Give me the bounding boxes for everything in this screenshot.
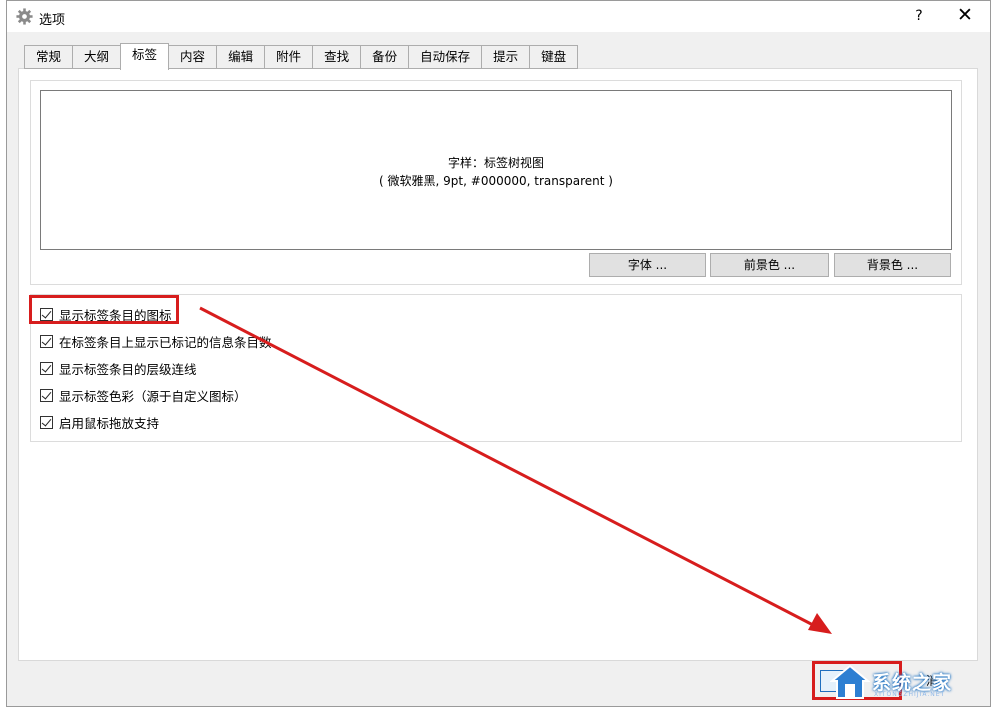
- checkbox-checked[interactable]: [40, 415, 53, 429]
- gear-icon: [16, 8, 33, 25]
- tab-content[interactable]: 内容: [169, 45, 217, 69]
- close-button[interactable]: ✕: [952, 4, 978, 28]
- tab-tags[interactable]: 标签: [120, 43, 170, 70]
- tab-keyboard[interactable]: 键盘: [529, 45, 579, 69]
- watermark-logo: 系统之家 XITONGZHIJIA.NET: [829, 664, 990, 702]
- foreground-color-button[interactable]: 前景色 ...: [710, 253, 829, 277]
- tab-strip: 常规 大纲 标签 内容 编辑 附件 查找 备份 自动保存 提示 键盘: [24, 43, 579, 70]
- font-preview-sample: 字样：标签树视图: [447, 156, 544, 170]
- watermark-subtext: XITONGZHIJIA.NET: [874, 691, 946, 698]
- option-show-hierarchy-lines[interactable]: 显示标签条目的层级连线: [40, 359, 197, 377]
- option-enable-drag-drop[interactable]: 启用鼠标拖放支持: [40, 413, 159, 431]
- checkbox-checked[interactable]: [40, 361, 53, 375]
- checkbox-checked[interactable]: [40, 334, 53, 348]
- tab-tips[interactable]: 提示: [481, 45, 530, 69]
- option-label: 在标签条目上显示已标记的信息条目数: [59, 334, 272, 350]
- font-preview-details: ( 微软雅黑, 9pt, #000000, transparent ): [379, 174, 613, 188]
- house-icon: [829, 664, 871, 699]
- option-label: 启用鼠标拖放支持: [59, 415, 160, 431]
- option-show-tag-colors[interactable]: 显示标签色彩（源于自定义图标）: [40, 386, 247, 404]
- annotation-highlight-option: [29, 295, 179, 324]
- option-label: 显示标签条目的层级连线: [59, 361, 197, 377]
- tab-edit[interactable]: 编辑: [216, 45, 265, 69]
- tab-attachments[interactable]: 附件: [264, 45, 313, 69]
- tab-backup[interactable]: 备份: [360, 45, 409, 69]
- option-show-flagged-count[interactable]: 在标签条目上显示已标记的信息条目数: [40, 332, 272, 350]
- tags-tab-panel: 字样：标签树视图 ( 微软雅黑, 9pt, #000000, transpare…: [18, 68, 978, 661]
- help-button[interactable]: ?: [907, 4, 931, 28]
- font-settings-group: 字样：标签树视图 ( 微软雅黑, 9pt, #000000, transpare…: [30, 80, 962, 285]
- window-title: 选项: [39, 13, 66, 28]
- options-dialog: 选项 ? ✕ 字样：标签树视图 ( 微软雅黑, 9pt, #000000, tr…: [6, 0, 991, 707]
- tab-general[interactable]: 常规: [24, 45, 73, 69]
- option-label: 显示标签色彩（源于自定义图标）: [59, 388, 247, 404]
- tab-outline[interactable]: 大纲: [72, 45, 121, 69]
- title-bar: 选项 ? ✕: [7, 1, 990, 32]
- font-preview: 字样：标签树视图 ( 微软雅黑, 9pt, #000000, transpare…: [40, 90, 952, 250]
- tab-autosave[interactable]: 自动保存: [408, 45, 482, 69]
- checkbox-checked[interactable]: [40, 388, 53, 402]
- background-color-button[interactable]: 背景色 ...: [834, 253, 951, 277]
- font-button[interactable]: 字体 ...: [589, 253, 706, 277]
- tab-find[interactable]: 查找: [312, 45, 361, 69]
